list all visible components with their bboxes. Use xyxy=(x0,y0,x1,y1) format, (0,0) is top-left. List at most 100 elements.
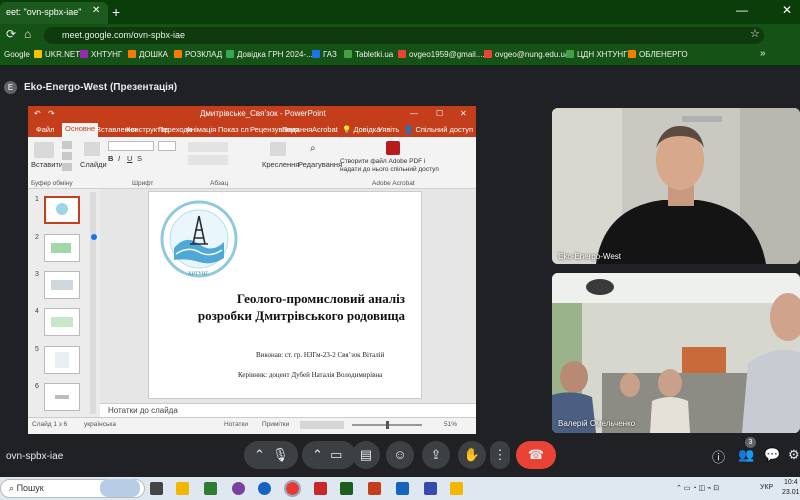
bookmark-item[interactable]: Google xyxy=(4,50,30,59)
file-explorer-icon[interactable] xyxy=(176,482,189,495)
font-name-box[interactable] xyxy=(108,141,154,151)
search-icon[interactable]: ⌕ xyxy=(310,143,316,154)
italic-icon[interactable]: I xyxy=(118,154,120,163)
folder-icon[interactable] xyxy=(450,482,463,495)
present-button[interactable]: ⇪ xyxy=(422,441,450,469)
bookmark-item[interactable]: ГАЗ xyxy=(312,50,337,59)
shapes-icon[interactable] xyxy=(270,142,286,156)
info-icon[interactable]: ⓘ xyxy=(712,447,725,466)
bookmark-star-icon[interactable]: ☆ xyxy=(750,27,760,40)
bookmark-item[interactable]: Довідка ГРН 2024-... xyxy=(226,50,313,59)
home-icon[interactable]: ⌂ xyxy=(24,27,31,41)
thumbnail-scrollbar[interactable] xyxy=(90,192,96,414)
bookmark-item[interactable]: ЦДН ХНТУНГ xyxy=(566,50,628,59)
view-buttons[interactable] xyxy=(300,421,344,429)
editing-button[interactable]: Редагування xyxy=(298,160,342,169)
people-icon[interactable]: 👥 xyxy=(738,447,754,463)
maximize-icon[interactable]: ☐ xyxy=(436,109,443,118)
task-view-icon[interactable] xyxy=(150,482,163,495)
camera-button[interactable]: ⌃ ▭ xyxy=(302,441,356,469)
bookmark-item[interactable]: ДОШКА xyxy=(128,50,168,59)
new-tab-icon[interactable]: + xyxy=(112,4,120,20)
zoom-slider-thumb[interactable] xyxy=(386,421,389,429)
slides-button[interactable]: Слайди xyxy=(80,160,107,169)
tab-slideshow[interactable]: Показ сл xyxy=(218,125,249,134)
url-field[interactable]: meet.google.com/ovn-spbx-iae xyxy=(44,27,764,44)
slide-thumbnail[interactable] xyxy=(44,308,80,336)
cut-icon[interactable] xyxy=(62,141,72,149)
chat-icon[interactable]: 💬 xyxy=(764,447,780,463)
tab-home[interactable]: Основне xyxy=(62,123,99,137)
more-options-button[interactable]: ⋮ xyxy=(490,441,510,469)
bookmark-item[interactable]: Tabletki.ua xyxy=(344,50,393,59)
close-icon[interactable]: ✕ xyxy=(92,5,100,16)
clock-time[interactable]: 10:4 xyxy=(784,479,798,486)
copy-icon[interactable] xyxy=(62,152,72,160)
app-icon[interactable] xyxy=(424,482,437,495)
tab-view[interactable]: Подання xyxy=(282,125,312,134)
underline-icon[interactable]: U xyxy=(127,154,132,163)
raise-hand-button[interactable]: ✋ xyxy=(458,441,486,469)
more-bookmarks-icon[interactable]: » xyxy=(760,48,766,59)
tab-help[interactable]: 💡 Довідка xyxy=(342,125,380,134)
bookmark-item[interactable]: ovgeo@nung.edu.ua xyxy=(484,50,569,59)
tray-icons[interactable]: ⌃ ▭ ◔ ◫ ⌁ ⊡ xyxy=(676,484,719,492)
excel-icon[interactable] xyxy=(340,482,353,495)
bookmark-item[interactable]: ovgeo1959@gmail.... xyxy=(398,50,485,59)
reload-icon[interactable]: ⟳ xyxy=(6,27,16,41)
tab-animations[interactable]: Анімація xyxy=(186,125,216,134)
drawing-button[interactable]: Креслення xyxy=(262,160,299,169)
slide-thumbnail[interactable] xyxy=(44,271,80,299)
slide-thumbnail[interactable] xyxy=(44,196,80,224)
bookmark-item[interactable]: ОБЛЕНЕРГО xyxy=(628,50,688,59)
leave-call-button[interactable]: ☎ xyxy=(516,441,556,469)
redo-icon[interactable]: ↷ xyxy=(48,109,55,118)
window-close-icon[interactable]: ✕ xyxy=(782,3,792,17)
app-icon[interactable] xyxy=(314,482,327,495)
strikethrough-icon[interactable]: S xyxy=(137,154,142,163)
bookmark-item[interactable]: ХНТУНГ xyxy=(80,50,122,59)
activities-icon[interactable]: ⚙ xyxy=(788,447,800,463)
viber-icon[interactable] xyxy=(232,482,245,495)
bookmark-item[interactable]: РОЗКЛАД xyxy=(174,50,222,59)
comments-toggle[interactable]: Примітки xyxy=(262,421,289,428)
edge-icon[interactable] xyxy=(258,482,271,495)
slide-thumbnail[interactable] xyxy=(44,234,80,262)
paste-button[interactable]: Вставити xyxy=(31,160,63,169)
tab-acrobat[interactable]: Acrobat xyxy=(312,125,338,134)
slide-thumbnail[interactable] xyxy=(44,383,80,411)
font-size-box[interactable] xyxy=(158,141,176,151)
undo-icon[interactable]: ↶ xyxy=(34,109,41,118)
acrobat-icon[interactable] xyxy=(386,141,400,155)
acrobat-button-line1[interactable]: Створити файл Adobe PDF і xyxy=(340,158,425,165)
app-icon[interactable] xyxy=(204,482,217,495)
tab-file[interactable]: Файл xyxy=(36,125,54,134)
notes-toggle[interactable]: Нотатки xyxy=(224,421,248,428)
clipboard-icon[interactable] xyxy=(34,142,54,158)
format-painter-icon[interactable] xyxy=(62,163,72,171)
bookmark-icon xyxy=(566,50,574,58)
minimize-icon[interactable]: — xyxy=(410,109,418,118)
minimize-icon[interactable]: — xyxy=(736,3,748,17)
acrobat-button-line2[interactable]: надати до нього спільний доступ xyxy=(340,166,439,173)
powerpoint-icon[interactable] xyxy=(368,482,381,495)
bullets-icon[interactable] xyxy=(188,142,228,152)
language-indicator[interactable]: УКР xyxy=(760,484,773,491)
reactions-button[interactable]: ☺ xyxy=(386,441,414,469)
microphone-button[interactable]: ⌃ 🎙 xyxy=(244,441,298,469)
bold-icon[interactable]: B xyxy=(108,154,113,163)
bookmark-item[interactable]: UKR.NET xyxy=(34,50,80,59)
clock-date[interactable]: 23.01 xyxy=(782,489,800,496)
alignment-icon[interactable] xyxy=(188,155,228,165)
participant-tile[interactable] xyxy=(552,108,800,264)
new-slide-icon[interactable] xyxy=(84,142,100,156)
slide-notes-field[interactable]: Нотатки до слайда xyxy=(100,403,476,417)
close-icon[interactable]: ✕ xyxy=(460,109,467,118)
chrome-icon[interactable] xyxy=(284,480,301,497)
word-icon[interactable] xyxy=(396,482,409,495)
share-button[interactable]: 👤 Спільний доступ xyxy=(404,125,473,134)
tab-tell-me[interactable]: Уявіть xyxy=(378,125,399,134)
slide-thumbnail[interactable] xyxy=(44,346,80,374)
participant-tile[interactable] xyxy=(552,273,800,433)
captions-button[interactable]: ▤ xyxy=(352,441,380,469)
